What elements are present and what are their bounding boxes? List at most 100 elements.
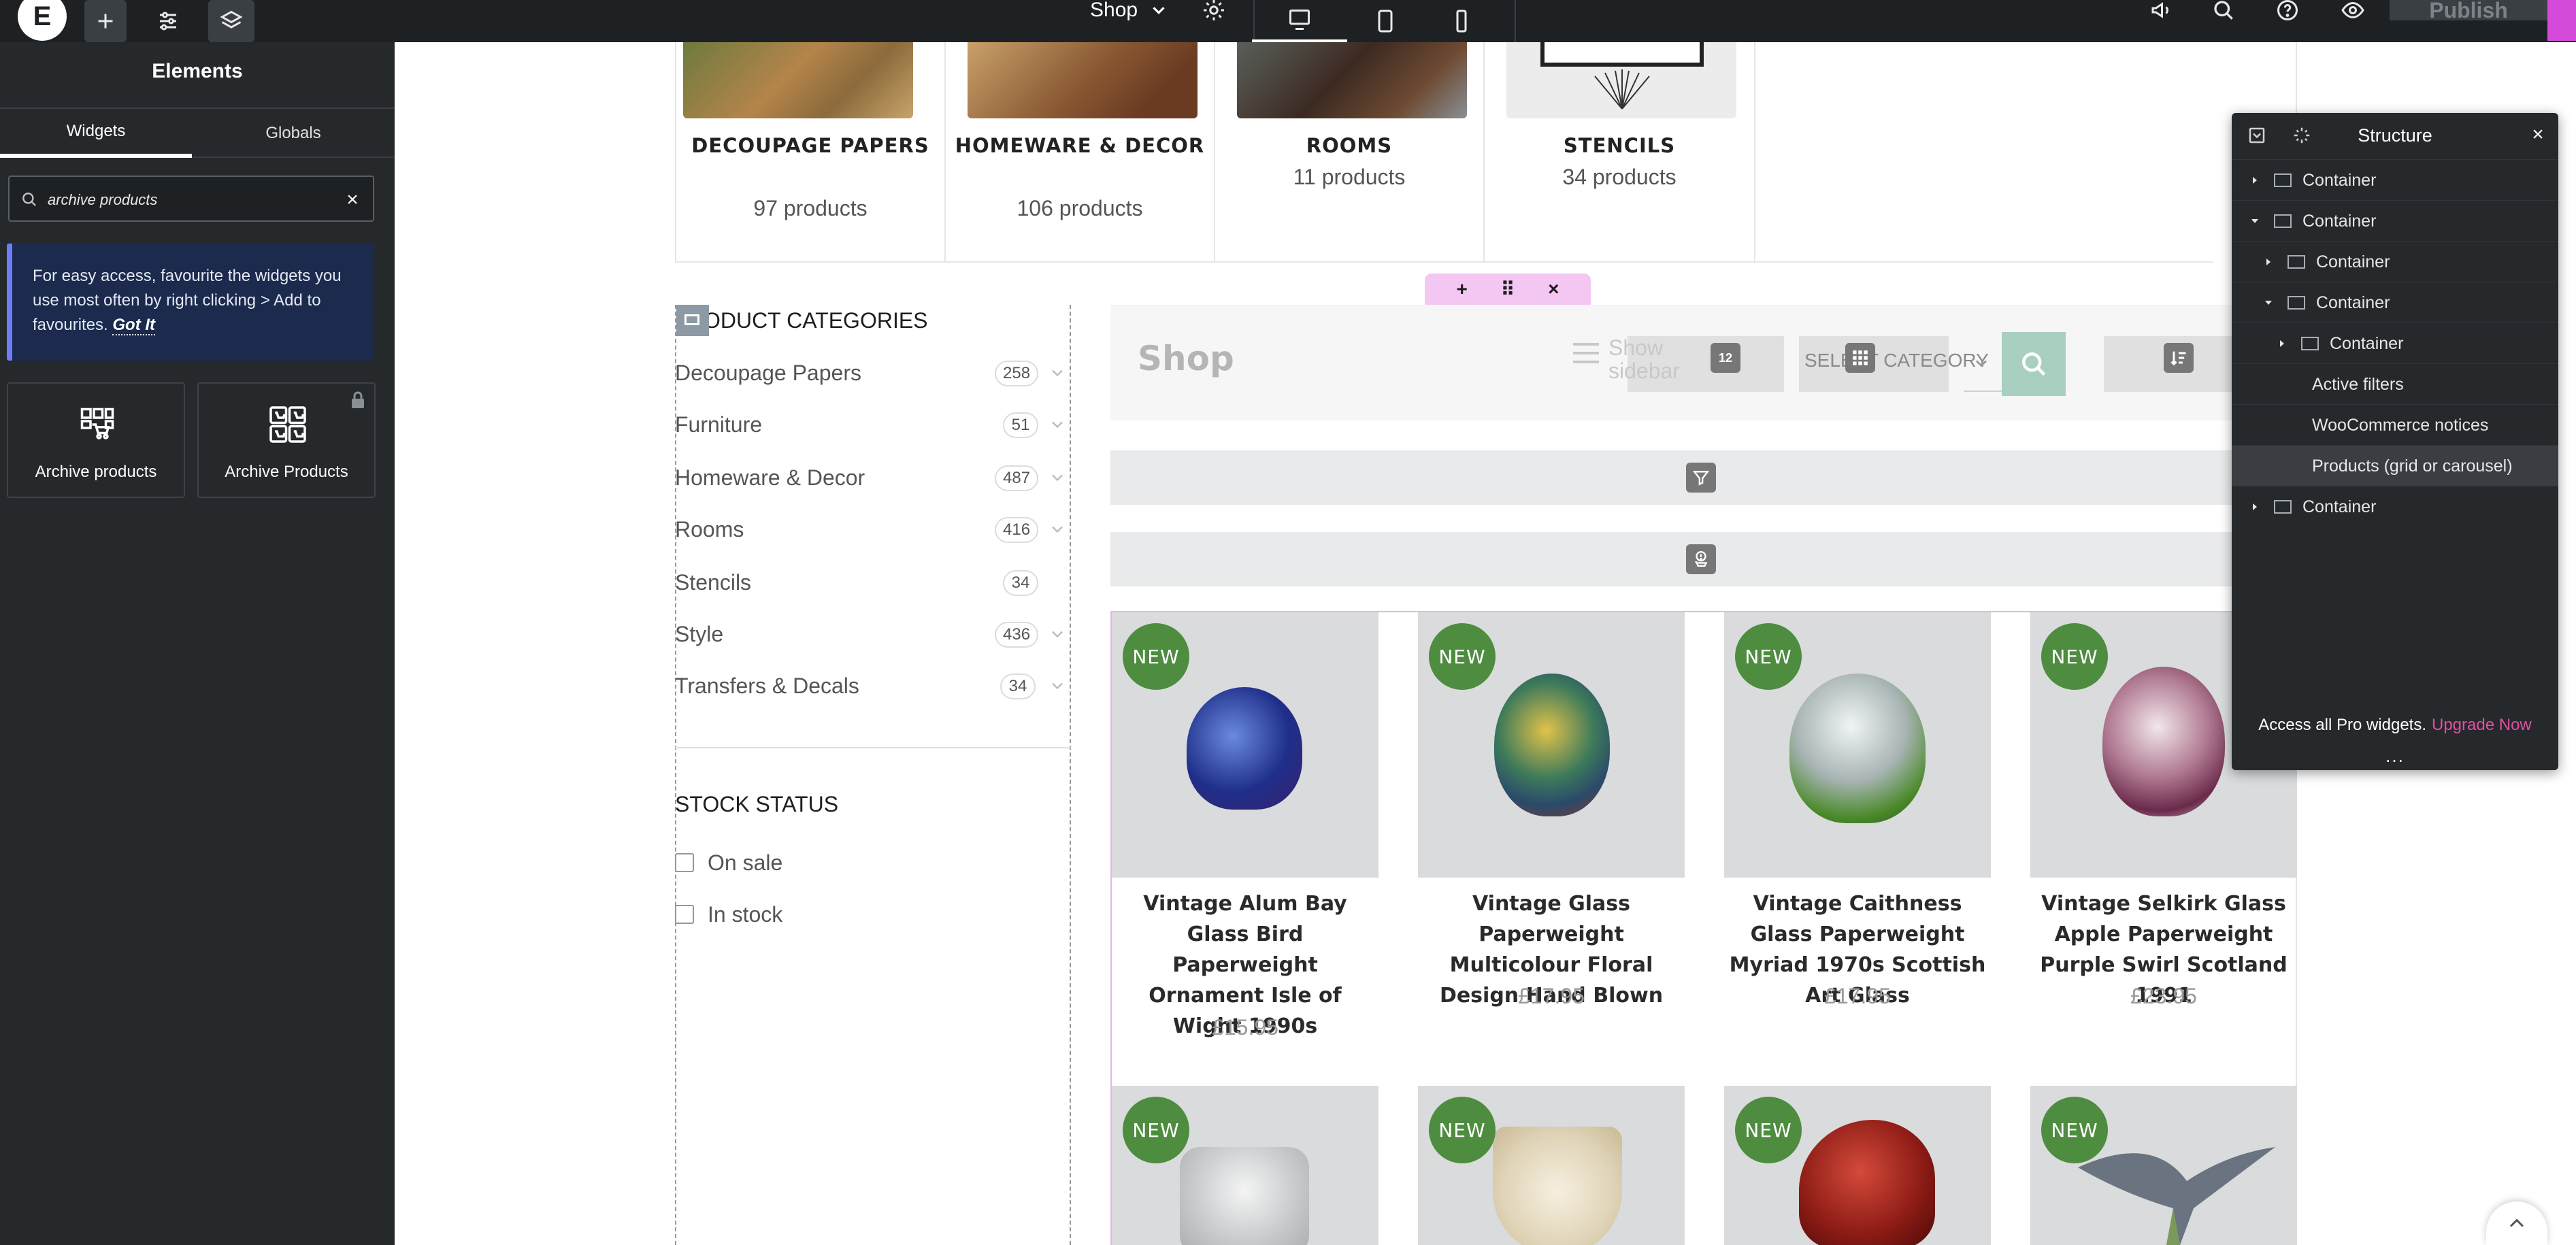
tab-widgets[interactable]: Widgets xyxy=(0,109,192,158)
sidebar-category-item[interactable]: Rooms 416 xyxy=(675,513,1071,547)
category-link[interactable]: Style xyxy=(675,622,723,647)
sidebar-category-item[interactable]: Homeware & Decor 487 xyxy=(675,461,1071,495)
structure-button[interactable] xyxy=(208,0,254,42)
chevron-down-icon[interactable] xyxy=(1972,354,1991,373)
checkbox[interactable] xyxy=(675,905,694,924)
category-link[interactable]: Furniture xyxy=(675,412,762,437)
widget-label: Archive products xyxy=(35,463,157,481)
chevron-down-icon[interactable] xyxy=(1048,520,1067,539)
category-count-badge: 416 xyxy=(995,517,1039,543)
publish-button[interactable]: Publish xyxy=(2390,0,2547,22)
structure-row-container[interactable]: Container xyxy=(2232,282,2558,322)
product-search-button[interactable] xyxy=(2002,332,2066,396)
product-price: £17.95 xyxy=(1824,984,1891,1008)
sidebar-category-item[interactable]: Decoupage Papers 258 xyxy=(675,356,1071,391)
product-image[interactable]: NEW xyxy=(1418,612,1685,878)
category-link[interactable]: Decoupage Papers xyxy=(675,361,861,386)
caret-down-icon[interactable] xyxy=(2263,297,2274,308)
eye-icon xyxy=(2341,1,2364,19)
product-image[interactable]: NEW xyxy=(1724,1086,1991,1245)
category-homeware-decor[interactable]: HOMEWARE & DECOR 106 products xyxy=(946,42,1215,263)
category-rooms[interactable]: ROOMS 11 products xyxy=(1215,42,1485,263)
chevron-down-icon[interactable] xyxy=(1149,0,1169,20)
caret-down-icon[interactable] xyxy=(2249,216,2260,227)
container-icon xyxy=(2288,296,2305,310)
category-count-badge: 487 xyxy=(995,465,1039,491)
delete-section-button[interactable]: × xyxy=(1548,278,1559,300)
chevron-down-icon[interactable] xyxy=(1048,363,1067,382)
shop-sidebar xyxy=(675,305,1071,1245)
category-link[interactable]: Stencils xyxy=(675,570,751,595)
category-count: 34 products xyxy=(1562,165,1677,189)
caret-right-icon[interactable] xyxy=(2277,338,2288,349)
caret-right-icon[interactable] xyxy=(2249,175,2260,186)
widget-search-box: × xyxy=(8,176,374,222)
publish-options-button[interactable] xyxy=(2547,0,2576,41)
structure-row-woocommerce-notices[interactable]: WooCommerce notices xyxy=(2232,404,2558,445)
widget-archive-products[interactable]: Archive products xyxy=(7,382,185,498)
hamburger-icon xyxy=(1573,343,1599,363)
page-settings-button[interactable] xyxy=(1198,0,1230,20)
product-image[interactable]: NEW xyxy=(2030,1086,2297,1245)
category-link[interactable]: Homeware & Decor xyxy=(675,465,865,491)
device-tablet-button[interactable] xyxy=(1361,0,1410,42)
sidebar-category-item[interactable]: Transfers & Decals 34 xyxy=(675,669,1071,703)
checkbox-label: In stock xyxy=(708,902,783,927)
resize-handle[interactable]: ... xyxy=(2232,746,2558,767)
checkbox[interactable] xyxy=(675,853,694,872)
preview-button[interactable] xyxy=(2335,0,2371,20)
got-it-link[interactable]: Got It xyxy=(112,316,156,335)
category-decoupage-papers[interactable]: DECOUPAGE PAPERS 97 products xyxy=(676,42,946,263)
structure-row-container[interactable]: Container xyxy=(2232,486,2558,527)
add-element-button[interactable] xyxy=(84,0,127,42)
search-icon xyxy=(2214,1,2233,20)
elementor-logo-icon[interactable]: E xyxy=(18,0,67,41)
category-stencils[interactable]: STENCILS 34 products xyxy=(1485,42,1755,263)
chevron-down-icon[interactable] xyxy=(1048,468,1067,487)
chevron-down-icon[interactable] xyxy=(1048,676,1067,695)
product-image[interactable]: NEW xyxy=(1418,1086,1685,1245)
sidebar-category-item[interactable]: Stencils 34 xyxy=(675,566,1071,600)
drag-handle-icon[interactable]: ⠿ xyxy=(1501,278,1515,301)
clear-search-button[interactable]: × xyxy=(340,188,365,212)
container-handle-icon[interactable] xyxy=(676,305,709,336)
sidebar-category-item[interactable]: Furniture 51 xyxy=(675,408,1071,442)
structure-row-active-filters[interactable]: Active filters xyxy=(2232,363,2558,404)
product-image[interactable]: NEW xyxy=(1724,612,1991,878)
notes-button[interactable] xyxy=(2143,0,2179,20)
site-settings-button[interactable] xyxy=(147,0,189,42)
structure-panel: Structure × Container Container Containe… xyxy=(2232,113,2558,770)
structure-footer: Access all Pro widgets. Upgrade Now xyxy=(2232,716,2558,735)
finder-button[interactable] xyxy=(2206,0,2241,20)
widget-archive-products-pro[interactable]: Archive Products xyxy=(197,382,376,498)
sidebar-category-item[interactable]: Style 436 xyxy=(675,618,1071,652)
structure-row-container[interactable]: Container xyxy=(2232,159,2558,200)
structure-row-label: Container xyxy=(2316,293,2390,312)
structure-row-container[interactable]: Container xyxy=(2232,200,2558,241)
structure-row-container[interactable]: Container xyxy=(2232,322,2558,363)
structure-row-products-grid[interactable]: Products (grid or carousel) xyxy=(2232,445,2558,486)
structure-row-container[interactable]: Container xyxy=(2232,241,2558,282)
device-desktop-button[interactable] xyxy=(1252,0,1347,42)
category-link[interactable]: Rooms xyxy=(675,517,744,542)
show-sidebar-button[interactable]: Show sidebar xyxy=(1573,336,1680,391)
widget-search-input[interactable] xyxy=(48,188,333,212)
plus-icon xyxy=(98,14,113,29)
widget-label: Archive Products xyxy=(225,463,348,481)
close-structure-button[interactable]: × xyxy=(2527,123,2549,146)
chevron-down-icon[interactable] xyxy=(1048,415,1067,434)
add-section-button[interactable]: + xyxy=(1456,278,1467,300)
product-image[interactable]: NEW xyxy=(1112,1086,1378,1245)
category-image xyxy=(1506,42,1736,118)
page-name-dropdown[interactable]: Shop xyxy=(1090,0,1138,21)
caret-right-icon[interactable] xyxy=(2263,256,2274,267)
category-link[interactable]: Transfers & Decals xyxy=(675,674,859,699)
tab-globals[interactable]: Globals xyxy=(192,109,395,158)
help-button[interactable] xyxy=(2270,0,2305,20)
product-image[interactable]: NEW xyxy=(1112,612,1378,878)
upgrade-now-link[interactable]: Upgrade Now xyxy=(2432,716,2532,734)
chevron-down-icon[interactable] xyxy=(1048,625,1067,644)
caret-right-icon[interactable] xyxy=(2249,501,2260,512)
structure-row-label: Container xyxy=(2302,171,2377,190)
device-mobile-button[interactable] xyxy=(1437,0,1486,42)
